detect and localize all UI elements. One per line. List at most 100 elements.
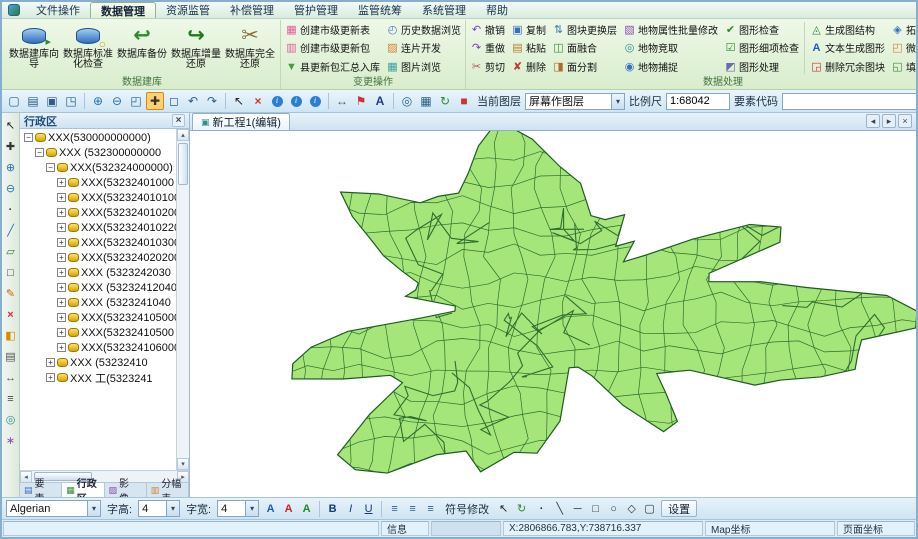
tree-row[interactable]: + XXX(5323240102200: [20, 220, 189, 235]
tree-row[interactable]: + XXX (5323241040: [20, 295, 189, 310]
tree-toggle-icon[interactable]: −: [35, 148, 44, 157]
ribbon-button[interactable]: ◎ 地物竞取: [622, 40, 719, 56]
stop-edit-button[interactable]: ■: [455, 92, 473, 110]
menu-tab[interactable]: 监管统筹: [348, 2, 412, 18]
ribbon-button[interactable]: ☑ 图形细项检查: [723, 40, 800, 56]
tree-vertical-scrollbar[interactable]: ▴ ▾: [176, 129, 189, 470]
zoom-in-tool-button[interactable]: ⊕: [3, 160, 18, 175]
tree-row[interactable]: + XXX(5323240101000: [20, 190, 189, 205]
font-width-select[interactable]: 4 ▾: [217, 500, 259, 517]
locate-tool-button[interactable]: ◎: [3, 412, 18, 427]
menu-tab[interactable]: 文件操作: [26, 2, 90, 18]
panel-tab[interactable]: ▤ 要素…: [20, 483, 62, 497]
ribbon-button[interactable]: ◉ 地物捕捉: [622, 59, 719, 75]
print-button[interactable]: ▤: [24, 92, 42, 110]
tree-row[interactable]: − XXX(532324000000): [20, 160, 189, 175]
menu-tab[interactable]: 补偿管理: [220, 2, 284, 18]
font-family-select[interactable]: Algerian ▾: [6, 500, 101, 517]
save-map-button[interactable]: ▣: [43, 92, 61, 110]
export-map-button[interactable]: ◳: [62, 92, 80, 110]
identify-button[interactable]: i: [268, 92, 286, 110]
fill-tool-button[interactable]: ◧: [3, 328, 18, 343]
panel-tab[interactable]: ▦ 行政区: [62, 483, 104, 497]
symbol-cursor-button[interactable]: ↖: [495, 500, 512, 517]
draw-diamond-button[interactable]: ◇: [623, 500, 640, 517]
zoom-out-button[interactable]: ⊖: [108, 92, 126, 110]
edit-tool-button[interactable]: ✎: [3, 286, 18, 301]
menu-tab[interactable]: 系统管理: [412, 2, 476, 18]
scroll-thumb[interactable]: [178, 143, 188, 185]
ribbon-button[interactable]: 数据建库向导: [7, 20, 61, 76]
draw-point-tool-button[interactable]: ·: [3, 202, 18, 217]
tree-toggle-icon[interactable]: +: [57, 328, 66, 337]
new-map-button[interactable]: ▢: [5, 92, 23, 110]
font-color-1-button[interactable]: A: [262, 500, 279, 517]
refresh-button[interactable]: ↻: [436, 92, 454, 110]
font-color-2-button[interactable]: A: [280, 500, 297, 517]
settings-tool-button[interactable]: ∗: [3, 433, 18, 448]
dropdown-icon[interactable]: ▾: [166, 501, 179, 516]
close-tab-icon[interactable]: ×: [898, 114, 912, 128]
tree-row[interactable]: + XXX (5323242030: [20, 265, 189, 280]
ribbon-button[interactable]: ↷ 重做: [469, 40, 506, 56]
next-tab-icon[interactable]: ▸: [882, 114, 896, 128]
tree-row[interactable]: + XXX (53232412040: [20, 280, 189, 295]
tree-toggle-icon[interactable]: +: [46, 358, 55, 367]
snap-toggle-button[interactable]: ◎: [398, 92, 416, 110]
menu-tab[interactable]: 管护管理: [284, 2, 348, 18]
draw-polyline-button[interactable]: ─: [569, 500, 586, 517]
tree-toggle-icon[interactable]: +: [57, 178, 66, 187]
tree-row[interactable]: + XXX(53232401000: [20, 175, 189, 190]
tree-row[interactable]: − XXX(530000000000): [20, 130, 189, 145]
symbol-rotate-button[interactable]: ↻: [513, 500, 530, 517]
prev-tab-icon[interactable]: ◂: [866, 114, 880, 128]
tree-toggle-icon[interactable]: +: [57, 298, 66, 307]
scale-input[interactable]: [666, 93, 730, 110]
ribbon-button[interactable]: ▥ 创建市级更新包: [284, 40, 381, 56]
ribbon-button[interactable]: ↩ 数据库备份: [115, 20, 169, 76]
tree-toggle-icon[interactable]: +: [57, 283, 66, 292]
menu-tab[interactable]: 资源监管: [156, 2, 220, 18]
tree-toggle-icon[interactable]: +: [57, 253, 66, 262]
tree-row[interactable]: + XXX(5323240202000: [20, 250, 189, 265]
erase-tool-button[interactable]: ×: [3, 307, 18, 322]
attribute-table-tool-button[interactable]: ▤: [3, 349, 18, 364]
measure-button[interactable]: ↔: [333, 92, 351, 110]
ribbon-button[interactable]: ✘ 删除: [510, 59, 547, 75]
ribbon-button[interactable]: ◬ 生成图结构: [809, 21, 886, 37]
tree-toggle-icon[interactable]: +: [57, 268, 66, 277]
pan-button[interactable]: ✚: [146, 92, 164, 110]
select-feature-button[interactable]: ↖: [230, 92, 248, 110]
add-text-button[interactable]: A: [371, 92, 389, 110]
tree-toggle-icon[interactable]: +: [46, 373, 55, 382]
draw-rect-tool-button[interactable]: □: [3, 265, 18, 280]
draw-polygon-tool-button[interactable]: ▱: [3, 244, 18, 259]
ribbon-button[interactable]: ◨ 面分割: [551, 59, 618, 75]
settings-button[interactable]: 设置: [661, 500, 697, 517]
ribbon-button[interactable]: ▦ 图片浏览: [385, 59, 462, 75]
point-info-button[interactable]: i: [287, 92, 305, 110]
clear-selection-button[interactable]: ×: [249, 92, 267, 110]
ribbon-button[interactable]: ✂ 数据库完全还原: [223, 20, 277, 76]
zoom-in-button[interactable]: ⊕: [89, 92, 107, 110]
scroll-left-icon[interactable]: ◂: [20, 471, 32, 483]
align-left-button[interactable]: ≡: [386, 500, 403, 517]
panel-tab[interactable]: ▨ 影像…: [105, 483, 147, 497]
area-info-button[interactable]: i: [306, 92, 324, 110]
ribbon-button[interactable]: ◩ 图形处理: [723, 59, 800, 75]
next-view-button[interactable]: ↷: [203, 92, 221, 110]
grid-toggle-button[interactable]: ▦: [417, 92, 435, 110]
ribbon-button[interactable]: ◰ 微小图块合并: [890, 40, 918, 56]
tree-toggle-icon[interactable]: +: [57, 208, 66, 217]
tree-row[interactable]: + XXX(5323240103000: [20, 235, 189, 250]
ribbon-button[interactable]: ↶ 撤销: [469, 21, 506, 37]
map-document-tab[interactable]: ▣ 新工程1(编辑): [192, 113, 290, 130]
tree-toggle-icon[interactable]: +: [57, 343, 66, 352]
menu-tab[interactable]: 帮助: [476, 2, 518, 18]
tree-row[interactable]: + XXX 工(5323241: [20, 370, 189, 385]
draw-line-tool-button[interactable]: ╱: [3, 223, 18, 238]
ribbon-button[interactable]: ◴ 历史数据浏览: [385, 21, 462, 37]
zoom-window-button[interactable]: ◰: [127, 92, 145, 110]
ribbon-button[interactable]: 数据库标准化检查: [61, 20, 115, 76]
italic-button[interactable]: I: [342, 500, 359, 517]
